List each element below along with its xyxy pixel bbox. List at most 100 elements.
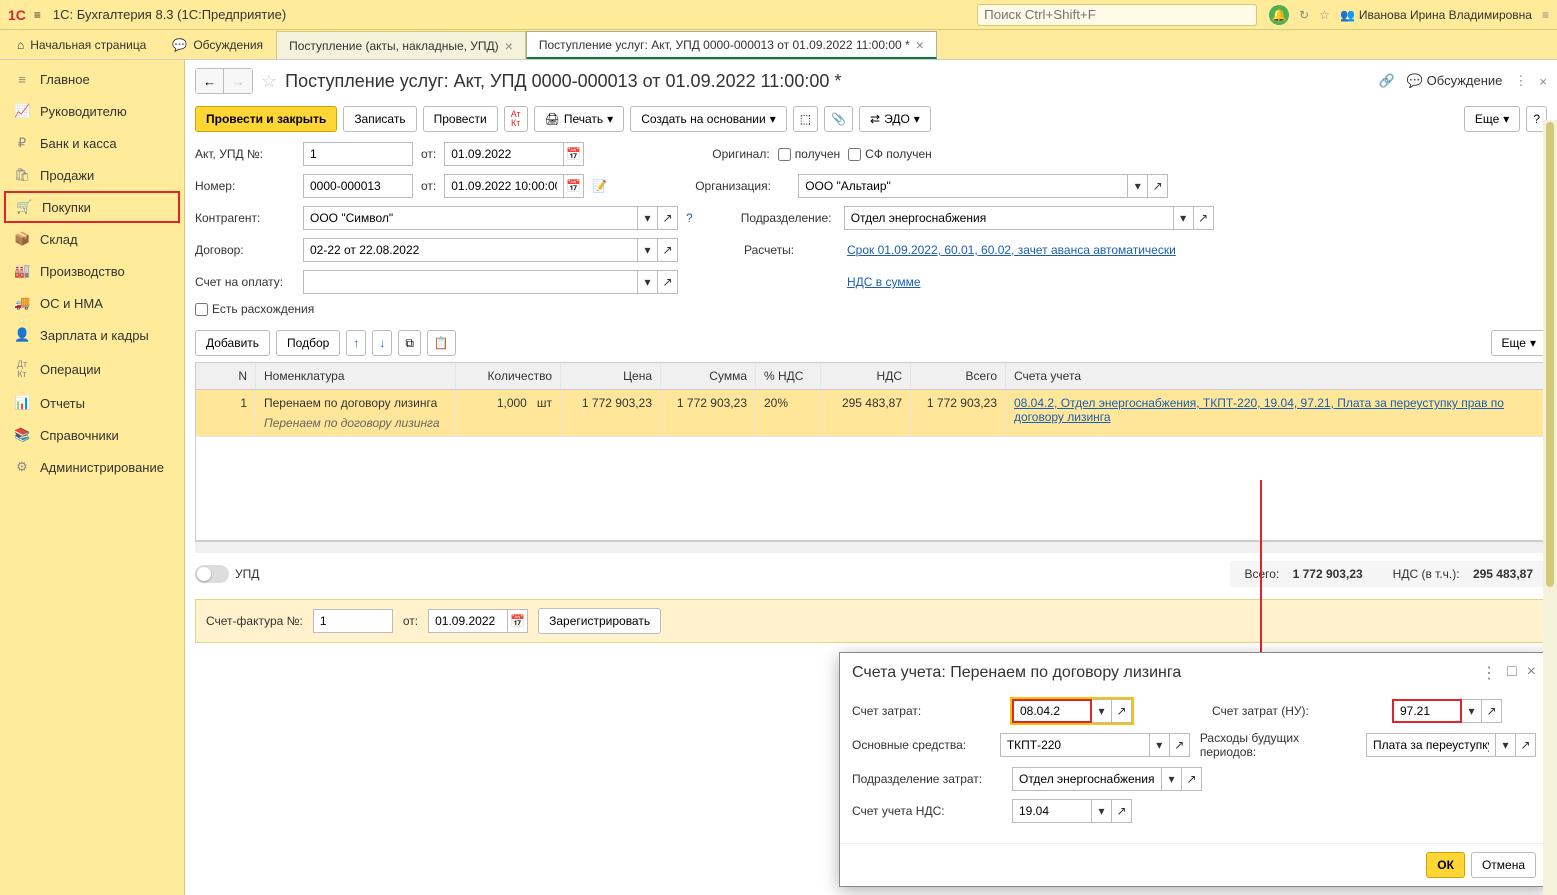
sidebar-item-operations[interactable]: ДтКтОперации: [0, 351, 184, 387]
register-button[interactable]: Зарегистрировать: [538, 608, 661, 634]
contractor-input[interactable]: [303, 206, 638, 230]
open-icon[interactable]: ↗: [1112, 799, 1132, 823]
open-icon[interactable]: ↗: [1194, 206, 1214, 230]
burger-icon[interactable]: ≡: [34, 8, 41, 22]
notifications-icon[interactable]: 🔔: [1269, 5, 1289, 25]
print-button[interactable]: 🖨Печать ▾: [534, 106, 625, 132]
open-icon[interactable]: ↗: [658, 238, 678, 262]
table-more-button[interactable]: Еще ▾: [1491, 330, 1547, 356]
act-date-input[interactable]: [444, 142, 564, 166]
open-icon[interactable]: ↗: [1182, 767, 1202, 791]
received-checkbox[interactable]: [778, 148, 791, 161]
future-exp-input[interactable]: [1366, 733, 1496, 757]
sidebar-item-catalogs[interactable]: 📚Справочники: [0, 419, 184, 451]
table-h-scrollbar[interactable]: [195, 541, 1547, 553]
tab-doc-list[interactable]: Поступление (акты, накладные, УПД)×: [276, 31, 526, 59]
sidebar-item-bank[interactable]: ₽Банк и касса: [0, 127, 184, 159]
vat-acc-input[interactable]: [1012, 799, 1092, 823]
th-sum[interactable]: Сумма: [661, 363, 756, 389]
forward-button[interactable]: →: [224, 69, 252, 93]
sidebar-item-manager[interactable]: 📈Руководителю: [0, 95, 184, 127]
vat-link[interactable]: НДС в сумме: [847, 275, 921, 289]
chevron-down-icon[interactable]: ▾: [1496, 733, 1516, 757]
sidebar-item-production[interactable]: 🏭Производство: [0, 255, 184, 287]
th-qty[interactable]: Количество: [456, 363, 561, 389]
upd-toggle[interactable]: [195, 565, 229, 583]
link-icon[interactable]: 🔗: [1379, 73, 1395, 89]
cost-acc-tax-input[interactable]: [1392, 699, 1462, 723]
save-button[interactable]: Записать: [343, 106, 416, 132]
chevron-down-icon[interactable]: ▾: [1092, 699, 1112, 723]
sf-received-checkbox[interactable]: [848, 148, 861, 161]
calendar-icon[interactable]: 📅: [508, 609, 528, 633]
sidebar-item-purchases[interactable]: 🛒Покупки: [4, 191, 180, 223]
cost-acc-input[interactable]: [1012, 699, 1092, 723]
open-icon[interactable]: ↗: [658, 270, 678, 294]
sidebar-item-sales[interactable]: 🛍Продажи: [0, 159, 184, 191]
th-acc[interactable]: Счета учета: [1006, 363, 1546, 389]
close-icon[interactable]: ×: [505, 38, 513, 54]
open-icon[interactable]: ↗: [1170, 733, 1190, 757]
back-button[interactable]: ←: [196, 69, 224, 93]
history-icon[interactable]: ↻: [1299, 8, 1309, 22]
more-button[interactable]: Еще ▾: [1464, 106, 1520, 132]
discussion-link[interactable]: 💬 Обсуждение: [1407, 73, 1503, 89]
tab-home[interactable]: ⌂Начальная страница: [4, 31, 159, 59]
chevron-down-icon[interactable]: ▾: [1128, 174, 1148, 198]
open-icon[interactable]: ↗: [1516, 733, 1536, 757]
acc-link[interactable]: 08.04.2, Отдел энергоснабжения, ТКПТ-220…: [1014, 396, 1504, 424]
add-row-button[interactable]: Добавить: [195, 330, 270, 356]
calendar-icon[interactable]: 📅: [564, 174, 584, 198]
calc-link[interactable]: Срок 01.09.2022, 60.01, 60.02, зачет ава…: [847, 243, 1176, 257]
th-price[interactable]: Цена: [561, 363, 661, 389]
contract-input[interactable]: [303, 238, 638, 262]
payment-acc-input[interactable]: [303, 270, 638, 294]
sidebar-item-admin[interactable]: ⚙Администрирование: [0, 451, 184, 483]
act-num-input[interactable]: [303, 142, 413, 166]
sf-date-input[interactable]: [428, 609, 508, 633]
chevron-down-icon[interactable]: ▾: [1092, 799, 1112, 823]
discrepancy-checkbox[interactable]: [195, 303, 208, 316]
attach-button[interactable]: 📎: [824, 106, 853, 132]
post-close-button[interactable]: Провести и закрыть: [195, 106, 337, 132]
fixed-assets-input[interactable]: [1000, 733, 1150, 757]
num-date-input[interactable]: [444, 174, 564, 198]
create-based-button[interactable]: Создать на основании ▾: [630, 106, 787, 132]
sidebar-item-salary[interactable]: 👤Зарплата и кадры: [0, 319, 184, 351]
org-input[interactable]: [798, 174, 1128, 198]
maximize-icon[interactable]: □: [1507, 663, 1517, 683]
chevron-down-icon[interactable]: ▾: [638, 270, 658, 294]
open-icon[interactable]: ↗: [1148, 174, 1168, 198]
settings-icon[interactable]: ≡: [1542, 8, 1549, 22]
chevron-down-icon[interactable]: ▾: [1462, 699, 1482, 723]
th-vatsum[interactable]: НДС: [821, 363, 911, 389]
tab-doc-current[interactable]: Поступление услуг: Акт, УПД 0000-000013 …: [526, 31, 937, 59]
cost-dept-input[interactable]: [1012, 767, 1162, 791]
doc-status-icon[interactable]: 📝: [592, 179, 607, 193]
content-v-scrollbar[interactable]: [1543, 120, 1557, 895]
move-up-button[interactable]: ↑: [346, 330, 366, 356]
th-n[interactable]: N: [196, 363, 256, 389]
edo-button[interactable]: ⇄ ЭДО ▾: [859, 106, 931, 132]
more-vert-icon[interactable]: ⋮: [1481, 663, 1497, 683]
open-icon[interactable]: ↗: [1112, 699, 1132, 723]
sf-num-input[interactable]: [313, 609, 393, 633]
cancel-button[interactable]: Отмена: [1471, 852, 1536, 878]
user-menu[interactable]: 👥 Иванова Ирина Владимировна: [1340, 8, 1532, 22]
move-down-button[interactable]: ↓: [372, 330, 392, 356]
sidebar-item-main[interactable]: ≡Главное: [0, 64, 184, 95]
open-icon[interactable]: ↗: [1482, 699, 1502, 723]
global-search-input[interactable]: [977, 4, 1257, 26]
calendar-icon[interactable]: 📅: [564, 142, 584, 166]
table-row[interactable]: 1 Перенаем по договору лизинга Перенаем …: [196, 390, 1546, 437]
favorites-icon[interactable]: ☆: [1319, 8, 1330, 22]
th-total[interactable]: Всего: [911, 363, 1006, 389]
copy-button[interactable]: ⧉: [398, 330, 421, 356]
chevron-down-icon[interactable]: ▾: [1174, 206, 1194, 230]
close-icon[interactable]: ×: [1527, 663, 1536, 683]
dept-input[interactable]: [844, 206, 1174, 230]
sidebar-item-assets[interactable]: 🚚ОС и НМА: [0, 287, 184, 319]
close-icon[interactable]: ×: [916, 37, 924, 53]
paste-button[interactable]: 📋: [427, 330, 456, 356]
th-vat[interactable]: % НДС: [756, 363, 821, 389]
